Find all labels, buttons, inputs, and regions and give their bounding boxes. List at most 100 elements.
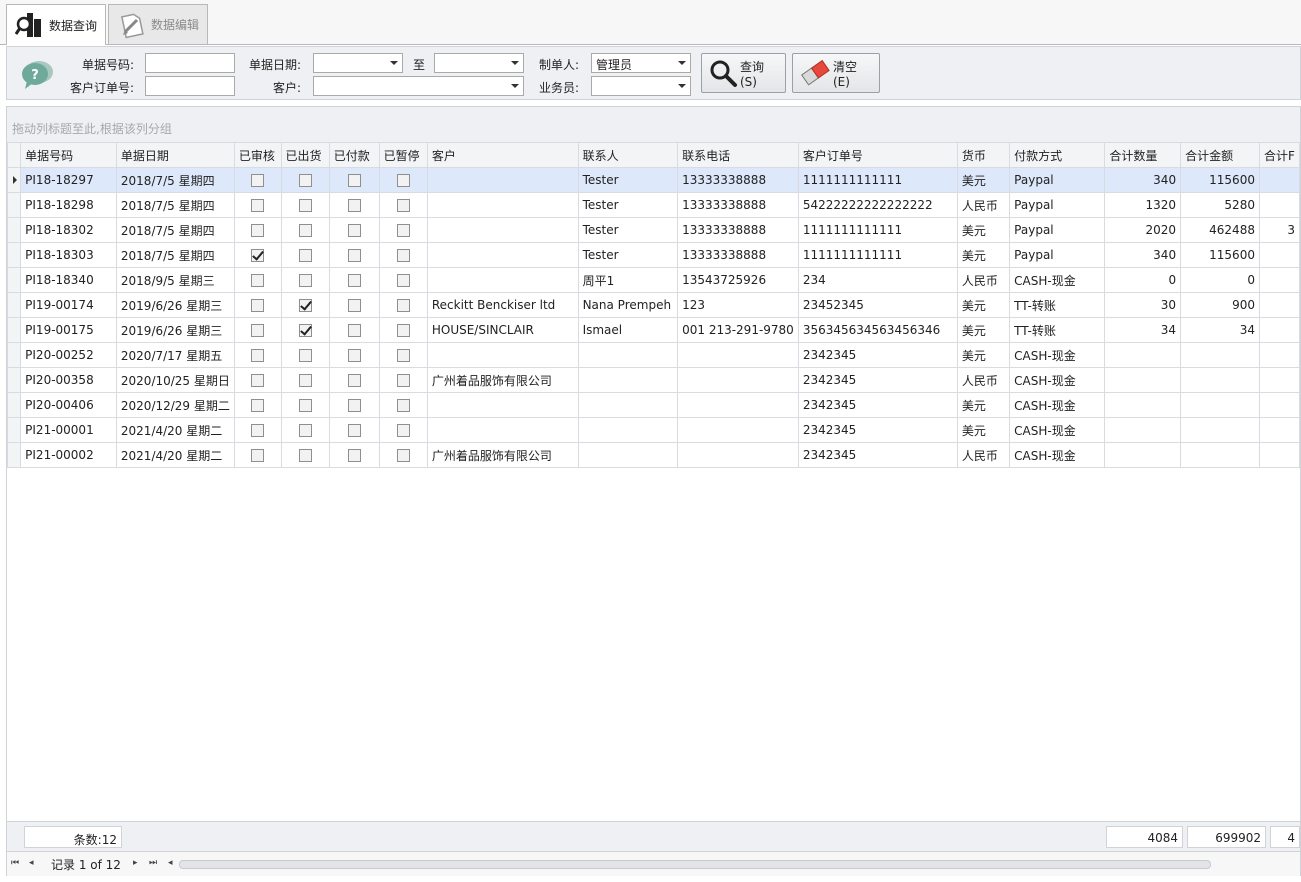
contact-cell[interactable]: Tester [577, 217, 679, 243]
row-indicator[interactable] [6, 267, 22, 293]
qty-cell[interactable]: 0 [1104, 267, 1182, 293]
audited-checkbox[interactable] [251, 399, 265, 412]
contact-cell[interactable] [577, 392, 679, 418]
amount-cell[interactable]: 0 [1180, 267, 1260, 293]
order-cell[interactable]: 234 [797, 267, 958, 293]
no-cell[interactable]: PI20-00252 [20, 342, 117, 368]
order-cell[interactable]: 2342345 [797, 442, 958, 468]
checkbox-cell[interactable] [233, 442, 282, 468]
extra-cell[interactable] [1258, 317, 1301, 343]
amount-cell[interactable] [1180, 442, 1260, 468]
checkbox-cell[interactable] [328, 217, 380, 243]
contact-cell[interactable]: Tester [577, 192, 679, 218]
shipped-checkbox[interactable] [298, 199, 312, 212]
table-row[interactable]: PI18-18298 2018/7/5 星期四 Tester 13333338888 5… [6, 192, 1301, 218]
date-cell[interactable]: 2020/12/29 星期二 [115, 392, 235, 418]
last-record-icon[interactable]: ⏭ [149, 859, 157, 868]
amount-cell[interactable]: 115600 [1180, 242, 1260, 268]
pay-cell[interactable]: Paypal [1009, 242, 1106, 268]
phone-cell[interactable] [677, 367, 799, 393]
currency-cell[interactable]: 美元 [956, 292, 1011, 318]
amount-cell[interactable]: 115600 [1180, 167, 1260, 193]
phone-cell[interactable] [677, 417, 799, 443]
table-row[interactable]: PI19-00174 2019/6/26 星期三 Reckitt Benckiser… [6, 292, 1301, 318]
qty-cell[interactable]: 30 [1104, 292, 1182, 318]
currency-cell[interactable]: 人民币 [956, 267, 1011, 293]
paid-checkbox[interactable] [347, 374, 361, 387]
currency-cell[interactable]: 美元 [956, 317, 1011, 343]
shipped-checkbox[interactable] [298, 249, 312, 262]
extra-cell[interactable] [1258, 192, 1301, 218]
table-row[interactable]: PI18-18303 2018/7/5 星期四 Tester 13333338888 1… [6, 242, 1301, 268]
checkbox-cell[interactable] [378, 217, 428, 243]
customer-cell[interactable] [426, 167, 579, 193]
column-header[interactable]: 已付款 [328, 142, 380, 168]
order-cell[interactable]: 54222222222222222 [797, 192, 958, 218]
phone-cell[interactable]: 123 [677, 292, 799, 318]
checkbox-cell[interactable] [328, 292, 380, 318]
table-row[interactable]: PI18-18297 2018/7/5 星期四 Tester 13333338888 1… [6, 167, 1301, 193]
checkbox-cell[interactable] [378, 367, 428, 393]
order-cell[interactable]: 356345634563456346 [797, 317, 958, 343]
pay-cell[interactable]: CASH-现金 [1009, 367, 1106, 393]
tab-data-query[interactable]: 数据查询 [6, 4, 106, 45]
checkbox-cell[interactable] [378, 267, 428, 293]
contact-cell[interactable]: Ismael [577, 317, 679, 343]
checkbox-cell[interactable] [233, 367, 282, 393]
pay-cell[interactable]: Paypal [1009, 217, 1106, 243]
qty-cell[interactable]: 34 [1104, 317, 1182, 343]
checkbox-cell[interactable] [280, 192, 330, 218]
column-header[interactable]: 货币 [956, 142, 1011, 168]
checkbox-cell[interactable] [280, 242, 330, 268]
extra-cell[interactable] [1258, 367, 1301, 393]
qty-cell[interactable]: 2020 [1104, 217, 1182, 243]
contact-cell[interactable] [577, 417, 679, 443]
paused-checkbox[interactable] [396, 324, 410, 337]
paid-checkbox[interactable] [347, 274, 361, 287]
checkbox-cell[interactable] [328, 167, 380, 193]
extra-cell[interactable]: 3 [1258, 217, 1301, 243]
customer-select[interactable] [313, 76, 524, 96]
amount-cell[interactable]: 34 [1180, 317, 1260, 343]
checkbox-cell[interactable] [378, 342, 428, 368]
shipped-checkbox[interactable] [298, 174, 312, 187]
customer-cell[interactable] [426, 267, 579, 293]
checkbox-cell[interactable] [233, 392, 282, 418]
row-indicator[interactable] [6, 367, 22, 393]
paid-checkbox[interactable] [347, 349, 361, 362]
audited-checkbox[interactable] [251, 224, 265, 237]
pay-cell[interactable]: CASH-现金 [1009, 392, 1106, 418]
pay-cell[interactable]: CASH-现金 [1009, 342, 1106, 368]
currency-cell[interactable]: 人民币 [956, 442, 1011, 468]
paused-checkbox[interactable] [396, 224, 410, 237]
column-header[interactable]: 付款方式 [1009, 142, 1106, 168]
row-indicator[interactable] [6, 417, 22, 443]
order-cell[interactable]: 2342345 [797, 392, 958, 418]
phone-cell[interactable] [677, 392, 799, 418]
no-cell[interactable]: PI20-00406 [20, 392, 117, 418]
paid-checkbox[interactable] [347, 299, 361, 312]
row-indicator[interactable] [6, 292, 22, 318]
customer-cell[interactable] [426, 217, 579, 243]
paid-checkbox[interactable] [347, 324, 361, 337]
shipped-checkbox[interactable] [298, 399, 312, 412]
column-header[interactable]: 单据日期 [115, 142, 235, 168]
table-row[interactable]: PI18-18302 2018/7/5 星期四 Tester 13333338888 1… [6, 217, 1301, 243]
no-cell[interactable]: PI18-18298 [20, 192, 117, 218]
currency-cell[interactable]: 人民币 [956, 367, 1011, 393]
extra-cell[interactable] [1258, 442, 1301, 468]
paused-checkbox[interactable] [396, 274, 410, 287]
date-cell[interactable]: 2019/6/26 星期三 [115, 317, 235, 343]
paid-checkbox[interactable] [347, 224, 361, 237]
no-cell[interactable]: PI18-18303 [20, 242, 117, 268]
checkbox-cell[interactable] [328, 267, 380, 293]
phone-cell[interactable] [677, 442, 799, 468]
pay-cell[interactable]: Paypal [1009, 167, 1106, 193]
checkbox-cell[interactable] [280, 442, 330, 468]
pay-cell[interactable]: CASH-现金 [1009, 442, 1106, 468]
extra-cell[interactable] [1258, 417, 1301, 443]
checkbox-cell[interactable] [378, 242, 428, 268]
qty-cell[interactable] [1104, 367, 1182, 393]
prev-record-icon[interactable]: ◂ [29, 859, 37, 868]
checkbox-cell[interactable] [328, 317, 380, 343]
